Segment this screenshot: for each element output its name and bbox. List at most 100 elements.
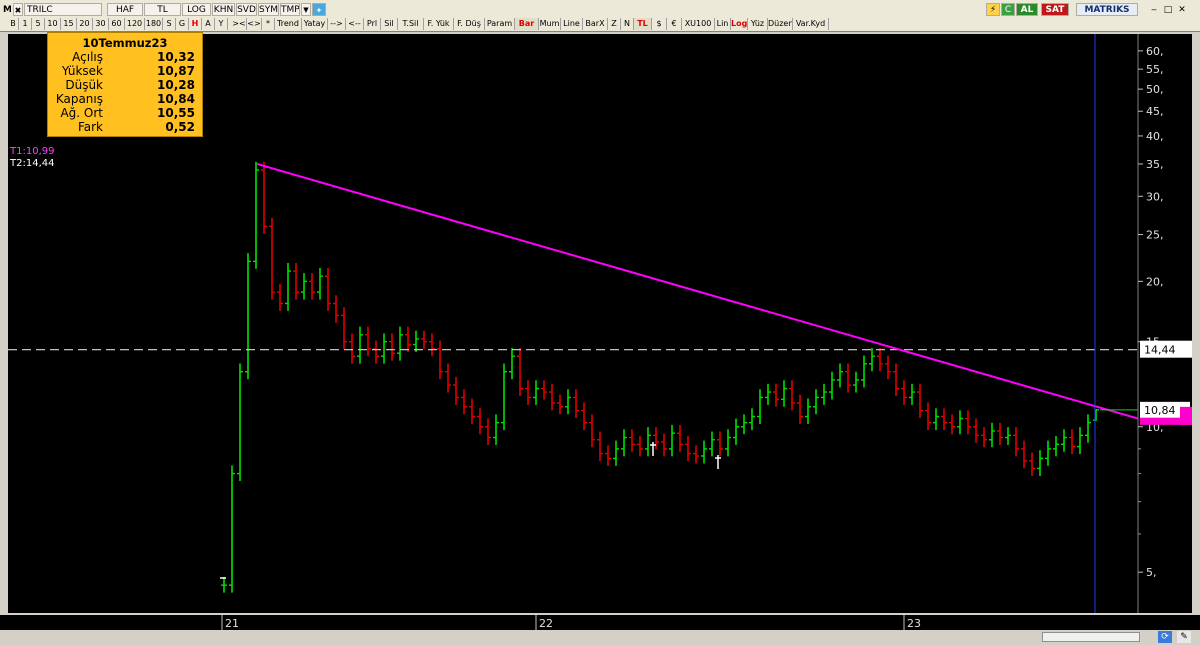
period-60[interactable]: 60 bbox=[109, 18, 125, 30]
y-tick-label: 50, bbox=[1146, 83, 1164, 96]
price-bar bbox=[613, 440, 619, 466]
period-180[interactable]: 180 bbox=[145, 18, 163, 30]
sell-button[interactable]: SAT bbox=[1041, 3, 1069, 16]
info-value: 0,52 bbox=[165, 120, 195, 134]
tool-param[interactable]: Param bbox=[485, 18, 515, 30]
tool-bar[interactable]: Bar bbox=[515, 18, 539, 30]
circle-c-icon[interactable]: C bbox=[1001, 3, 1015, 16]
chart-toolbar: B 1 5 10 15 20 30 60 120 180 S G H A Y >< <> * Trend Yatay -… bbox=[0, 18, 1200, 32]
period-S[interactable]: S bbox=[163, 18, 176, 30]
menu-button[interactable]: M bbox=[2, 3, 12, 16]
info-label: Fark bbox=[77, 120, 103, 134]
tool-z[interactable]: Z bbox=[608, 18, 621, 30]
period-1[interactable]: 1 bbox=[19, 18, 32, 30]
horizontal-scrollbar[interactable] bbox=[1042, 632, 1140, 642]
price-bar bbox=[909, 383, 915, 405]
period-H[interactable]: H bbox=[189, 18, 202, 30]
period-30[interactable]: 30 bbox=[93, 18, 109, 30]
price-bar bbox=[229, 465, 235, 593]
price-bar bbox=[885, 355, 891, 380]
tool-xu100[interactable]: XU100 bbox=[682, 18, 715, 30]
tool-tl[interactable]: TL bbox=[634, 18, 652, 30]
twitter-icon[interactable]: ✦ bbox=[312, 3, 326, 16]
period-G[interactable]: G bbox=[176, 18, 189, 30]
bottom-bar: ⟳ ✎ bbox=[0, 630, 1200, 645]
period-A[interactable]: A bbox=[202, 18, 215, 30]
price-bar bbox=[325, 267, 331, 311]
toolbar-button-log[interactable]: LOG bbox=[182, 3, 211, 16]
tool-n[interactable]: N bbox=[621, 18, 634, 30]
tool-f-y-k[interactable]: F. Yük bbox=[424, 18, 454, 30]
close-icon[interactable]: ✕ bbox=[1176, 3, 1188, 16]
info-value: 10,55 bbox=[157, 106, 195, 120]
close-symbol-icon[interactable]: ✖ bbox=[13, 3, 23, 16]
tool-t-sil[interactable]: T.Sil bbox=[398, 18, 424, 30]
tool--[interactable]: <> bbox=[247, 18, 262, 30]
period-20[interactable]: 20 bbox=[77, 18, 93, 30]
period-15[interactable]: 15 bbox=[61, 18, 77, 30]
period-120[interactable]: 120 bbox=[125, 18, 145, 30]
price-bar bbox=[629, 429, 635, 452]
period-5[interactable]: 5 bbox=[32, 18, 45, 30]
tool--[interactable]: --> bbox=[328, 18, 346, 30]
tool-var-kyd[interactable]: Var.Kyd bbox=[793, 18, 829, 30]
price-bar bbox=[301, 273, 307, 300]
tool--[interactable]: * bbox=[262, 18, 275, 30]
trendline-t2-label: T2:14,44 bbox=[10, 158, 55, 169]
tool-barx[interactable]: BarX bbox=[583, 18, 608, 30]
tool-yatay[interactable]: Yatay bbox=[302, 18, 328, 30]
toolbar-button-tl[interactable]: TL bbox=[144, 3, 181, 16]
period-10[interactable]: 10 bbox=[45, 18, 61, 30]
minimize-icon[interactable]: ‒ bbox=[1148, 3, 1160, 16]
toolbar-button-haf[interactable]: HAF bbox=[107, 3, 143, 16]
tool--[interactable]: >< bbox=[232, 18, 247, 30]
tool-line[interactable]: Line bbox=[561, 18, 583, 30]
toolbar-button-sym[interactable]: SYM bbox=[258, 3, 279, 16]
price-bar bbox=[981, 427, 987, 448]
tool-mum[interactable]: Mum bbox=[539, 18, 561, 30]
tool-log[interactable]: Log bbox=[731, 18, 748, 30]
tool--[interactable]: € bbox=[667, 18, 682, 30]
tool-d-zen[interactable]: Düzen bbox=[768, 18, 793, 30]
info-label: Düşük bbox=[65, 78, 103, 92]
toolbar-button-khn[interactable]: KHN bbox=[212, 3, 235, 16]
y-tick-label: 45, bbox=[1146, 105, 1164, 118]
x-axis: 21 22 23 bbox=[0, 615, 1200, 630]
price-bar bbox=[453, 376, 459, 405]
price-bar bbox=[917, 383, 923, 419]
tool-f-d-[interactable]: F. Düş bbox=[454, 18, 485, 30]
price-bar bbox=[581, 402, 587, 431]
period-Y[interactable]: Y bbox=[215, 18, 228, 30]
refresh-icon[interactable]: ⟳ bbox=[1158, 631, 1172, 643]
price-bar bbox=[1053, 436, 1059, 457]
tool-y-z[interactable]: Yüz bbox=[748, 18, 768, 30]
price-bar bbox=[661, 433, 667, 457]
symbol-field[interactable]: TRILC bbox=[24, 3, 102, 16]
price-bar bbox=[1005, 427, 1011, 446]
pin-icon[interactable]: ✎ bbox=[1177, 631, 1191, 643]
tool-trend[interactable]: Trend bbox=[275, 18, 302, 30]
price-bar bbox=[317, 267, 323, 300]
lightning-icon[interactable]: ⚡ bbox=[986, 3, 1000, 16]
x-tick-label: 21 bbox=[225, 617, 239, 630]
toolbar-button-svd[interactable]: SVD bbox=[236, 3, 257, 16]
price-bar bbox=[861, 355, 867, 388]
price-bar bbox=[925, 402, 931, 431]
maximize-icon[interactable]: □ bbox=[1162, 3, 1174, 16]
trend-line[interactable] bbox=[256, 162, 1139, 420]
tool-lin[interactable]: Lin bbox=[715, 18, 731, 30]
price-bar bbox=[677, 424, 683, 452]
tool--[interactable]: <-- bbox=[346, 18, 364, 30]
y-tick-label: 35, bbox=[1146, 158, 1164, 171]
trend-price-tag bbox=[1140, 417, 1192, 425]
price-bar bbox=[1021, 440, 1027, 469]
price-bar bbox=[621, 429, 627, 457]
tool-prl[interactable]: Prl bbox=[364, 18, 381, 30]
period-B[interactable]: B bbox=[8, 18, 19, 30]
toolbar-button-tmp[interactable]: TMP bbox=[280, 3, 300, 16]
price-bar bbox=[1061, 429, 1067, 452]
tool-sil[interactable]: Sil bbox=[381, 18, 398, 30]
tool--[interactable]: $ bbox=[652, 18, 667, 30]
buy-button[interactable]: AL bbox=[1016, 3, 1038, 16]
dropdown-icon[interactable]: ▼ bbox=[301, 3, 311, 16]
